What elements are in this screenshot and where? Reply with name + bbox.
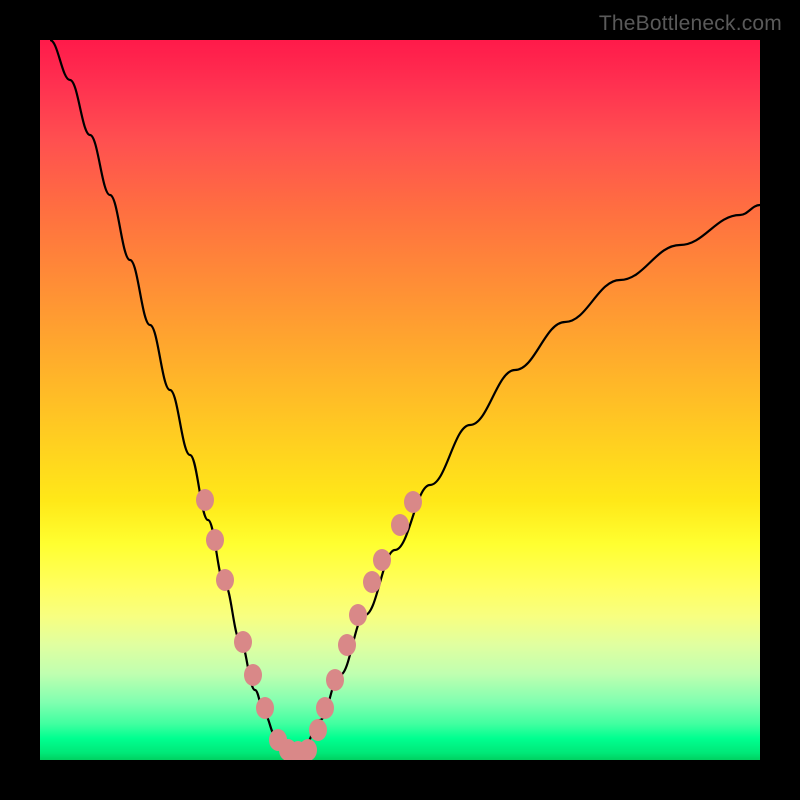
data-point	[299, 739, 317, 760]
watermark-text: TheBottleneck.com	[599, 12, 782, 36]
data-point	[349, 604, 367, 626]
data-point	[244, 664, 262, 686]
data-point	[216, 569, 234, 591]
data-point	[196, 489, 214, 511]
data-points-overlay	[40, 40, 760, 760]
data-point	[256, 697, 274, 719]
data-point	[373, 549, 391, 571]
data-point	[206, 529, 224, 551]
data-points-group	[196, 489, 422, 760]
data-point	[363, 571, 381, 593]
data-point	[404, 491, 422, 513]
data-point	[234, 631, 252, 653]
chart-area	[40, 40, 760, 760]
data-point	[309, 719, 327, 741]
data-point	[391, 514, 409, 536]
data-point	[316, 697, 334, 719]
data-point	[338, 634, 356, 656]
data-point	[326, 669, 344, 691]
